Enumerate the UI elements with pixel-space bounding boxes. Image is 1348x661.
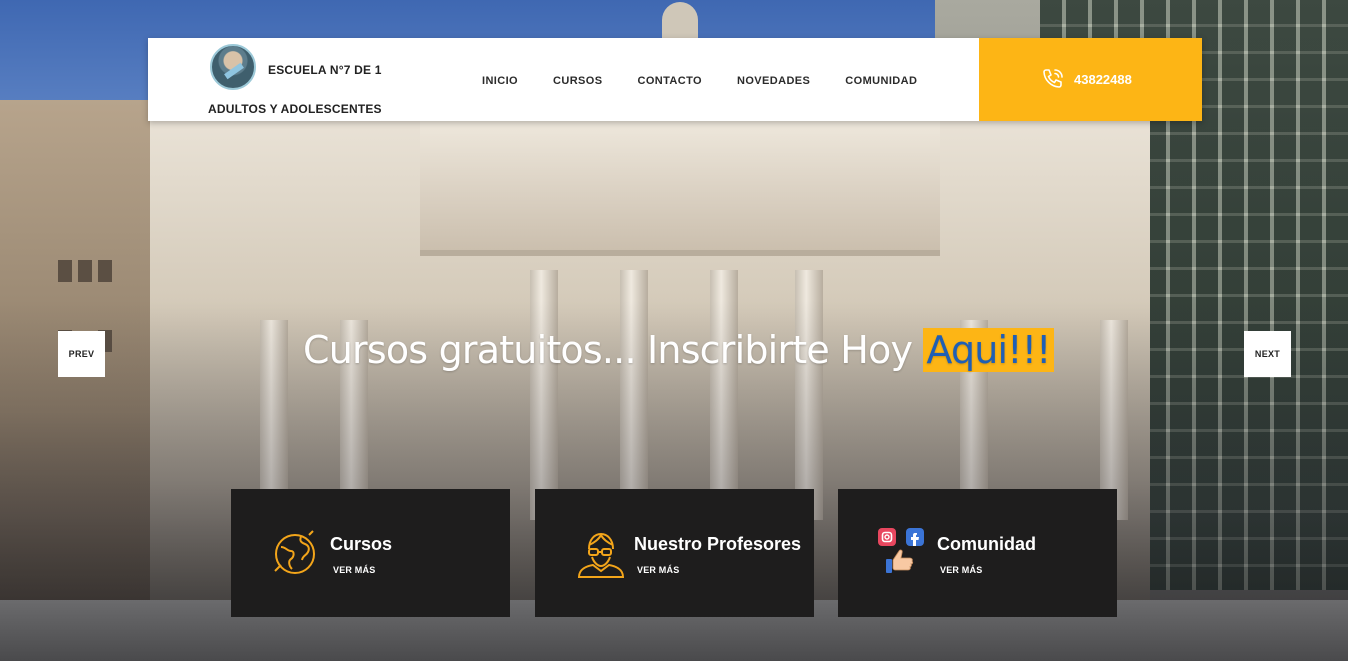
phone-icon bbox=[1043, 69, 1063, 88]
phone-contact-box[interactable]: 43822488 bbox=[979, 38, 1202, 121]
nav-item-comunidad[interactable]: COMUNIDAD bbox=[845, 75, 917, 87]
slider-next-button[interactable]: NEXT bbox=[1244, 331, 1291, 377]
card-comunidad-title: Comunidad bbox=[937, 534, 1036, 554]
hero-headline-text: Cursos gratuitos... Inscribirte Hoy bbox=[303, 328, 924, 372]
nav-item-novedades[interactable]: NOVEDADES bbox=[737, 75, 810, 87]
nav-item-cursos[interactable]: CURSOS bbox=[553, 75, 602, 87]
page: ESCUELA N°7 DE 1 ADULTOS Y ADOLESCENTES … bbox=[0, 0, 1348, 661]
school-name[interactable]: ESCUELA N°7 DE 1 bbox=[268, 63, 382, 77]
social-icon bbox=[878, 528, 924, 573]
school-logo-avatar[interactable] bbox=[210, 44, 256, 90]
card-profesores[interactable]: Nuestro Profesores VER MÁS bbox=[535, 489, 814, 617]
nav-item-inicio[interactable]: INICIO bbox=[482, 75, 518, 87]
card-cursos[interactable]: Cursos VER MÁS bbox=[231, 489, 510, 617]
school-subtitle: ADULTOS Y ADOLESCENTES bbox=[208, 102, 382, 116]
site-header: ESCUELA N°7 DE 1 ADULTOS Y ADOLESCENTES … bbox=[148, 38, 1202, 121]
main-nav: INICIO CURSOS CONTACTO NOVEDADES COMUNID… bbox=[482, 75, 952, 87]
card-profesores-more-link[interactable]: VER MÁS bbox=[637, 565, 679, 575]
card-profesores-title: Nuestro Profesores bbox=[634, 534, 802, 554]
nav-item-contacto[interactable]: CONTACTO bbox=[637, 75, 702, 87]
globe-icon bbox=[274, 530, 315, 574]
slider-prev-button[interactable]: PREV bbox=[58, 331, 105, 377]
card-comunidad-more-link[interactable]: VER MÁS bbox=[940, 565, 982, 575]
teacher-icon bbox=[577, 532, 625, 578]
phone-number[interactable]: 43822488 bbox=[1074, 72, 1132, 87]
card-cursos-more-link[interactable]: VER MÁS bbox=[333, 565, 375, 575]
card-cursos-title: Cursos bbox=[330, 534, 393, 554]
card-comunidad[interactable]: Comunidad VER MÁS bbox=[838, 489, 1117, 617]
hero-signup-link[interactable]: Aqui!!! bbox=[923, 328, 1054, 372]
hero-headline: Cursos gratuitos... Inscribirte Hoy Aqui… bbox=[303, 327, 1054, 373]
